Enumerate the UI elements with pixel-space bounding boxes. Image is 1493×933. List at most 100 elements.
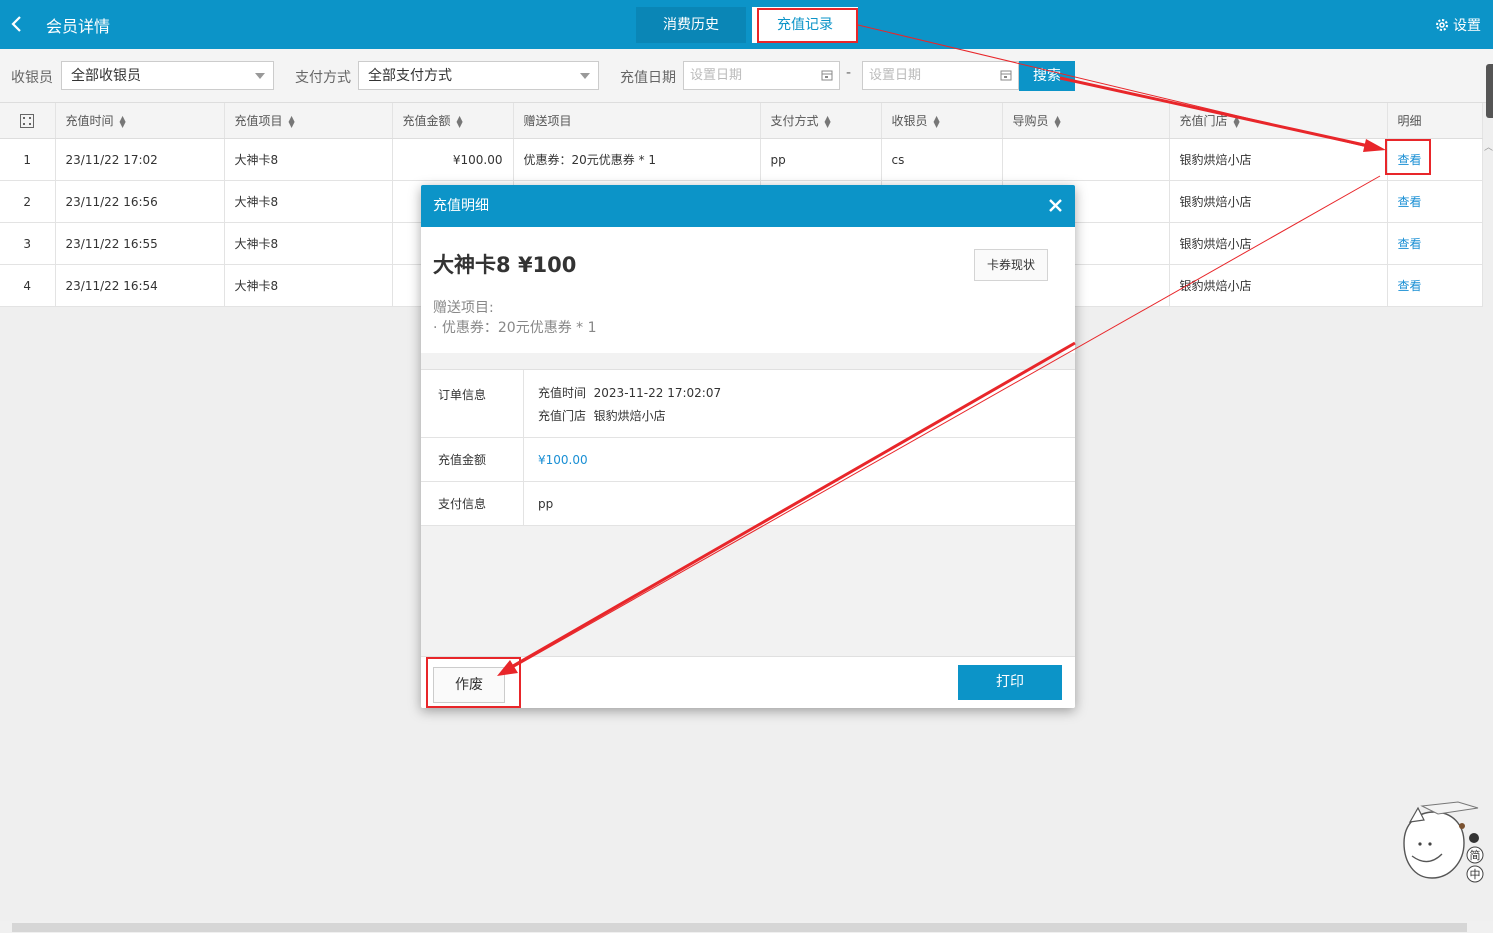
cell-time: 23/11/22 16:55 [55, 222, 225, 265]
scroll-up-icon[interactable]: ︿ [1484, 140, 1493, 153]
payment-row: 支付信息 pp [421, 482, 1075, 526]
date-filter-label: 充值日期 [620, 70, 676, 86]
calendar-icon [821, 70, 833, 81]
cashier-select-value: 全部收银员 [71, 68, 141, 84]
modal-summary: 大神卡8 ¥100 卡券现状 赠送项目: · 优惠券：20元优惠券 * 1 [421, 227, 1075, 353]
view-detail-link[interactable]: 查看 [1398, 279, 1422, 293]
cell-time: 23/11/22 16:54 [55, 264, 225, 307]
payment-select[interactable]: 全部支付方式 [358, 61, 599, 90]
column-header-item[interactable]: 充值项目 ▲ ▼ [224, 103, 393, 139]
view-detail-link[interactable]: 查看 [1398, 195, 1422, 209]
order-info-table: 订单信息 充值时间 2023-11-22 17:02:07 充值门店 银豹烘焙小… [421, 369, 1075, 526]
card-status-button[interactable]: 卡券现状 [974, 249, 1048, 281]
card-name: 大神卡8 [433, 253, 511, 277]
sort-icon[interactable]: ▲ ▼ [289, 114, 295, 128]
mascot-char-1: 简 [1470, 848, 1481, 862]
page-title: 会员详情 [46, 17, 111, 36]
order-info-row: 订单信息 充值时间 2023-11-22 17:02:07 充值门店 银豹烘焙小… [421, 370, 1075, 438]
cell-item: 大神卡8 [224, 138, 393, 181]
sort-icon[interactable]: ▲ ▼ [825, 114, 831, 128]
cell-item: 大神卡8 [224, 180, 393, 223]
row-number: 3 [0, 222, 56, 265]
column-settings-icon[interactable] [20, 113, 35, 128]
tab-consumption-history[interactable]: 消费历史 [636, 7, 746, 43]
close-icon[interactable] [1048, 198, 1063, 213]
end-date-input[interactable]: 设置日期 [862, 61, 1019, 90]
card-heading: 大神卡8 ¥100 [433, 249, 576, 279]
scrollbar-thumb[interactable] [12, 923, 1467, 932]
payment-select-value: 全部支付方式 [368, 68, 452, 84]
column-header-store[interactable]: 充值门店 ▲ ▼ [1169, 103, 1388, 139]
cashier-filter-label: 收银员 [11, 70, 53, 86]
start-date-input[interactable]: 设置日期 [683, 61, 840, 90]
annotation-box [426, 657, 521, 708]
settings-button[interactable]: 设置 [1435, 15, 1481, 35]
cell-cashier: cs [881, 138, 1003, 181]
cell-gift: 优惠券：20元优惠券 * 1 [513, 138, 761, 181]
amount-label: 充值金额 [421, 438, 524, 481]
modal-title: 充值明细 [433, 198, 489, 214]
cashier-select[interactable]: 全部收银员 [61, 61, 274, 90]
calendar-icon [1000, 70, 1012, 81]
cell-time: 23/11/22 16:56 [55, 180, 225, 223]
cell-store: 银豹烘焙小店 [1169, 264, 1388, 307]
print-button[interactable]: 打印 [958, 665, 1062, 700]
cell-item: 大神卡8 [224, 264, 393, 307]
view-detail-link[interactable]: 查看 [1398, 237, 1422, 251]
end-date-placeholder: 设置日期 [869, 68, 922, 83]
card-amount: ¥100 [517, 253, 577, 277]
column-settings-header[interactable] [0, 103, 56, 139]
sort-icon[interactable]: ▲ ▼ [934, 114, 940, 128]
search-button[interactable]: 搜索 [1019, 61, 1075, 91]
mascot-char-2: 中 [1470, 868, 1481, 881]
column-header-gift: 赠送项目 [513, 103, 761, 139]
gear-icon [1436, 19, 1448, 31]
date-separator: - [846, 65, 852, 81]
row-number: 2 [0, 180, 56, 223]
order-time: 2023-11-22 17:02:07 [593, 385, 722, 400]
top-bar: 会员详情 消费历史 充值记录 设置 [0, 0, 1493, 49]
cell-store: 银豹烘焙小店 [1169, 138, 1388, 181]
amount-value: ¥100.00 [538, 452, 588, 467]
cell-item: 大神卡8 [224, 222, 393, 265]
order-time-label: 充值时间 [538, 385, 587, 400]
annotation-box [1385, 139, 1431, 175]
payment-filter-label: 支付方式 [295, 70, 351, 86]
modal-header: 充值明细 [421, 185, 1075, 227]
column-header-guide[interactable]: 导购员 ▲ ▼ [1002, 103, 1170, 139]
horizontal-scrollbar[interactable] [0, 921, 1493, 933]
cell-amount: ¥100.00 [392, 138, 514, 181]
table-row[interactable]: 1 23/11/22 17:02 大神卡8 ¥100.00 优惠券：20元优惠券… [0, 138, 1483, 181]
amount-row: 充值金额 ¥100.00 [421, 438, 1075, 482]
cell-store: 银豹烘焙小店 [1169, 180, 1388, 223]
sort-icon[interactable]: ▲ ▼ [120, 114, 126, 128]
caret-down-icon [255, 73, 265, 79]
row-number: 1 [0, 138, 56, 181]
start-date-placeholder: 设置日期 [690, 68, 743, 83]
order-info-label: 订单信息 [421, 370, 524, 437]
settings-label: 设置 [1453, 18, 1481, 34]
order-store: 银豹烘焙小店 [593, 408, 666, 423]
payment-info-label: 支付信息 [421, 482, 524, 525]
column-header-amount[interactable]: 充值金额 ▲ ▼ [392, 103, 514, 139]
row-number: 4 [0, 264, 56, 307]
side-panel-handle[interactable] [1486, 64, 1493, 118]
recharge-detail-modal: 充值明细 大神卡8 ¥100 卡券现状 赠送项目: · 优惠券：20元优惠券 *… [421, 185, 1075, 708]
column-header-time[interactable]: 充值时间 ▲ ▼ [55, 103, 225, 139]
caret-down-icon [580, 73, 590, 79]
cell-detail: 查看 [1387, 180, 1483, 223]
annotation-box [757, 8, 858, 43]
order-info-value: 充值时间 2023-11-22 17:02:07 充值门店 银豹烘焙小店 [524, 370, 1075, 437]
gift-item: · 优惠券：20元优惠券 * 1 [433, 320, 597, 336]
sort-icon[interactable]: ▲ ▼ [457, 114, 463, 128]
back-arrow-icon[interactable] [6, 13, 28, 35]
table-header-row: 充值时间 ▲ ▼ 充值项目 ▲ ▼ 充值金额 ▲ ▼ 赠送项目 支付方式 ▲ ▼ 收银员 ▲ ▼ 导… [0, 103, 1483, 139]
filter-bar: 收银员 全部收银员 支付方式 全部支付方式 充值日期 设置日期 - 设置日期 搜… [0, 49, 1493, 103]
sort-icon[interactable]: ▲ ▼ [1055, 114, 1061, 128]
column-header-detail: 明细 [1387, 103, 1483, 139]
column-header-cashier[interactable]: 收银员 ▲ ▼ [881, 103, 1003, 139]
column-header-payment[interactable]: 支付方式 ▲ ▼ [760, 103, 882, 139]
cell-time: 23/11/22 17:02 [55, 138, 225, 181]
mascot-assistant-icon[interactable]: 简 中 [1398, 798, 1490, 886]
sort-icon[interactable]: ▲ ▼ [1234, 114, 1240, 128]
